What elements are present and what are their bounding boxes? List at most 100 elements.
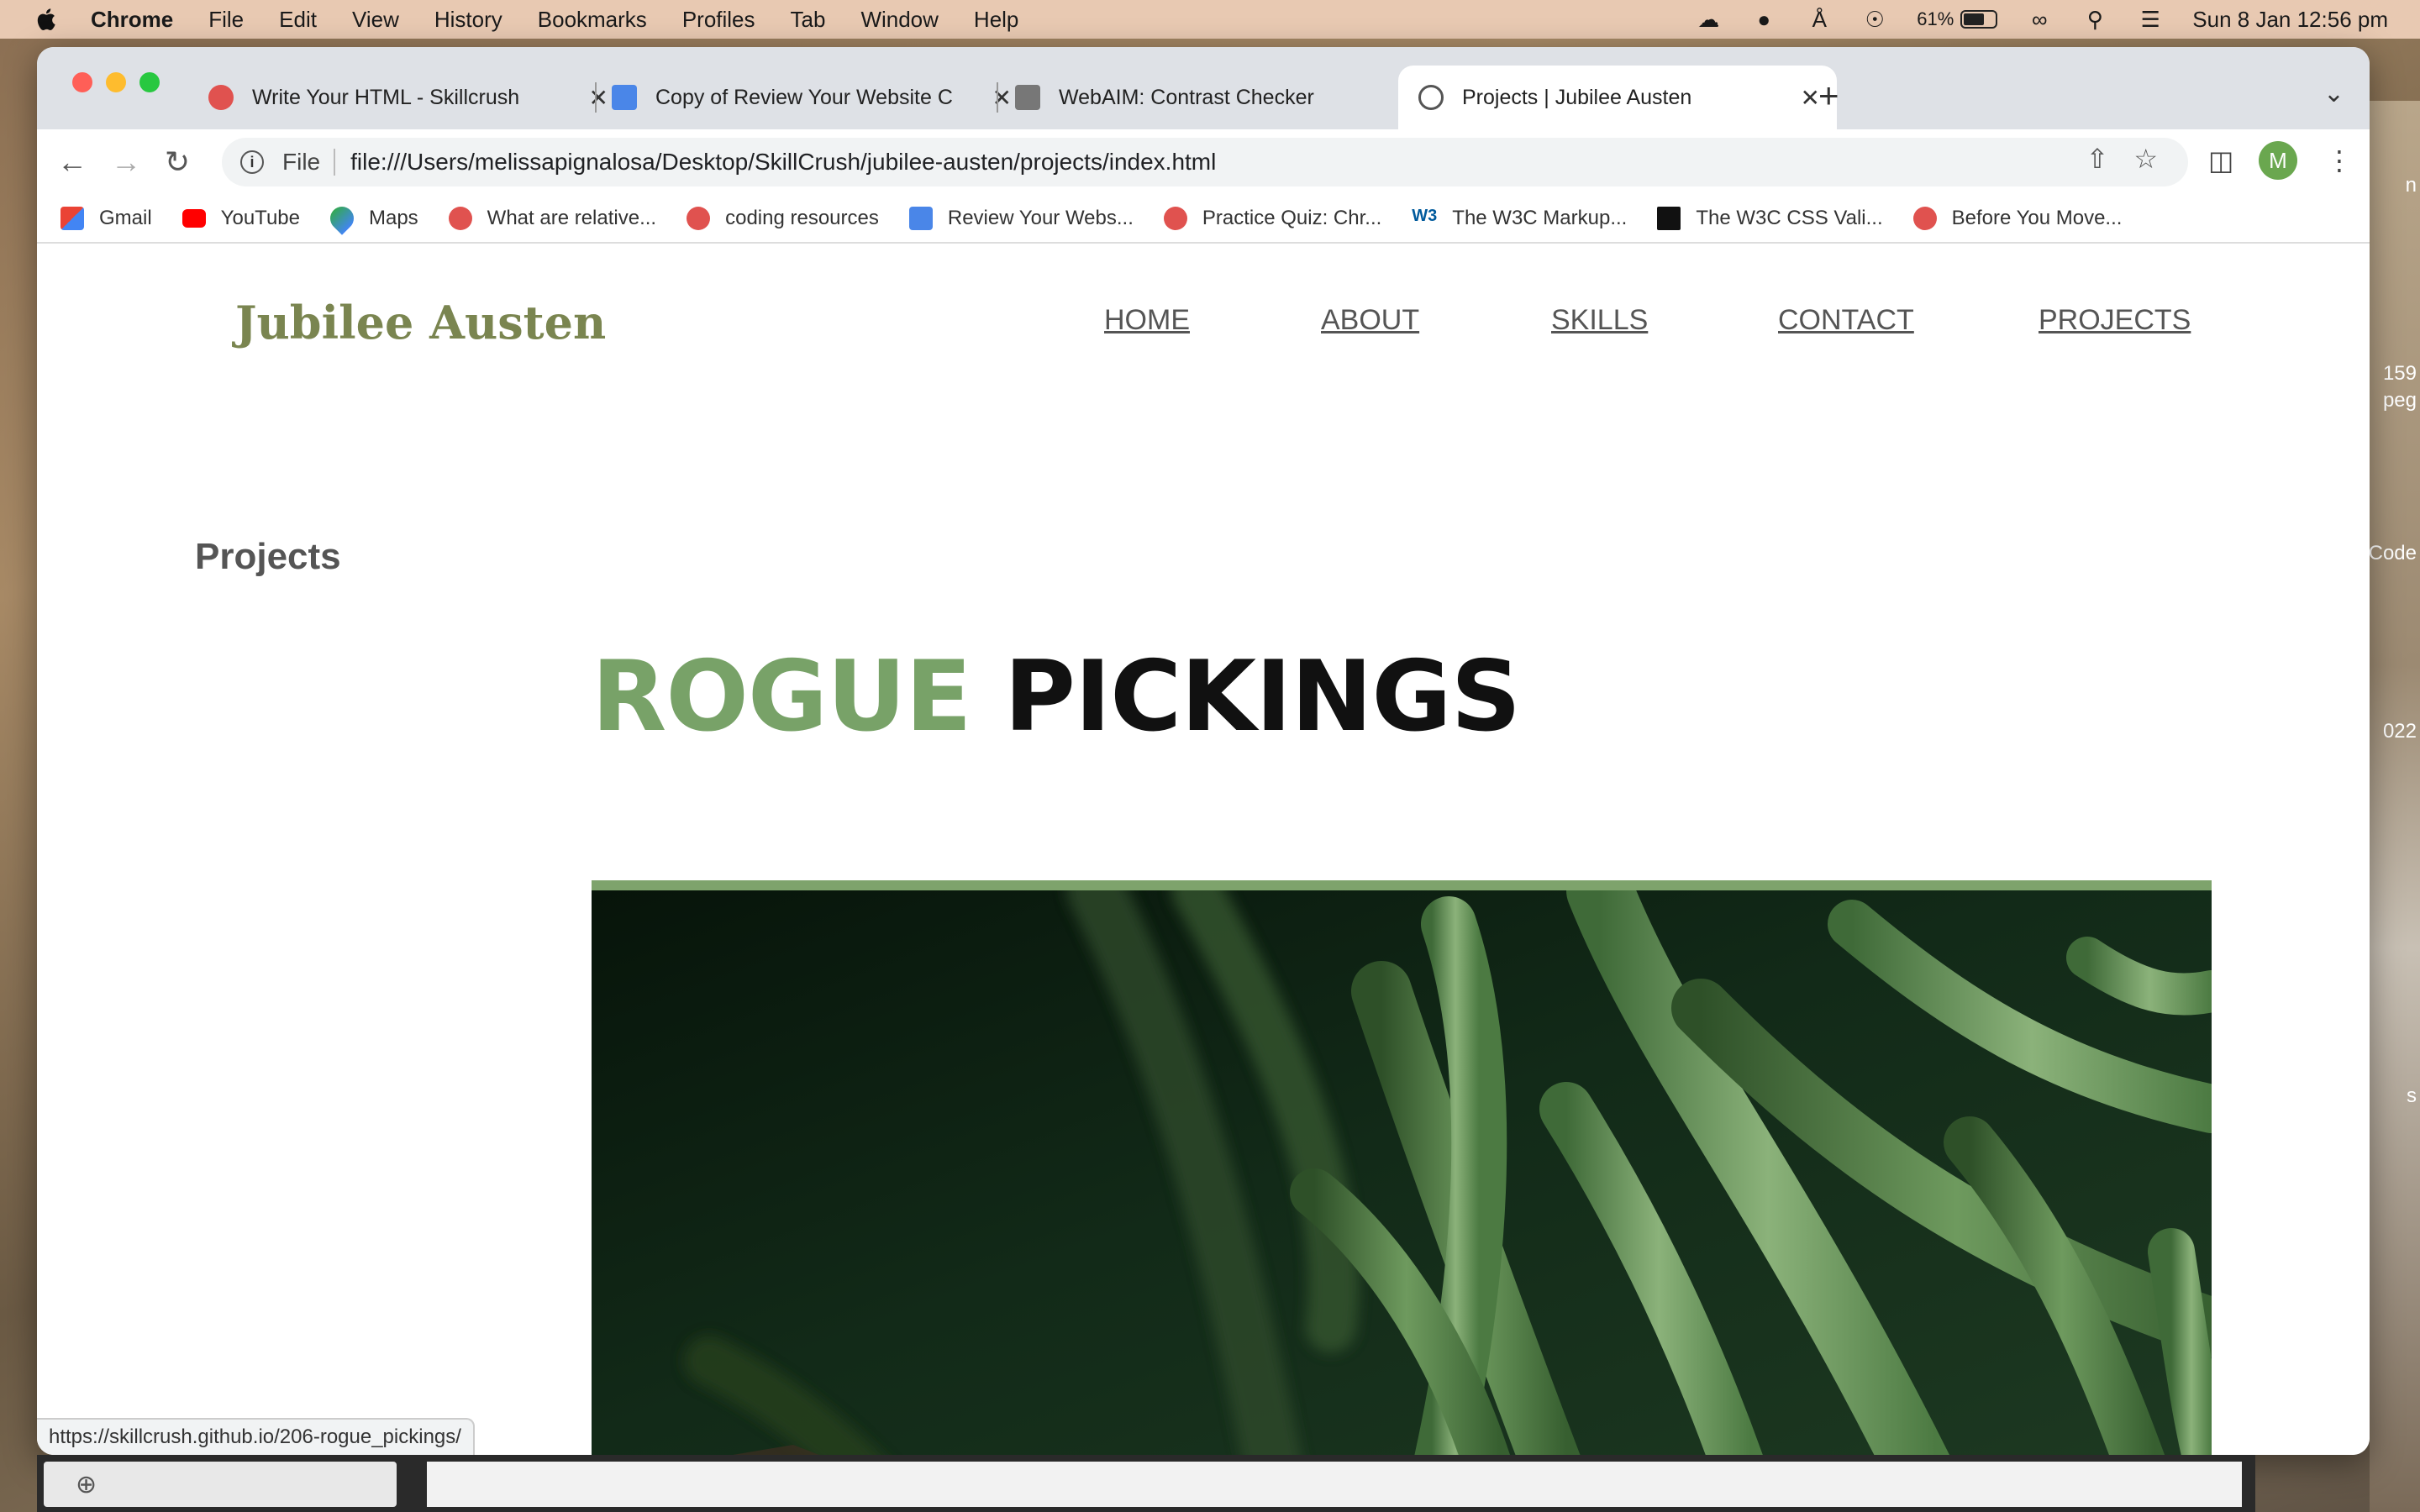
w3c-css-icon — [1657, 207, 1681, 230]
tab-label: Projects | Jubilee Austen — [1462, 85, 1692, 109]
tab-label: Copy of Review Your Website C — [655, 85, 953, 109]
bookmark-maps[interactable]: Maps — [325, 202, 418, 235]
accessibility-icon[interactable]: ☉ — [1861, 7, 1888, 32]
page-title: Projects — [195, 536, 341, 577]
menu-tab[interactable]: Tab — [791, 7, 826, 33]
site-info-icon[interactable]: i — [240, 150, 264, 174]
add-circle-icon[interactable]: ⊕ — [76, 1470, 97, 1499]
control-center-icon[interactable]: ☰ — [2137, 7, 2164, 32]
skillcrush-icon — [687, 207, 711, 230]
link-icon[interactable]: ∞ — [2026, 7, 2053, 32]
tab-label: WebAIM: Contrast Checker — [1059, 85, 1314, 109]
battery-percent: 61% — [1917, 8, 1954, 29]
close-tab-icon[interactable]: ✕ — [1801, 84, 1820, 112]
bookmark-youtube[interactable]: YouTube — [182, 207, 300, 230]
desktop-background — [2370, 101, 2420, 1512]
menubar-clock[interactable]: Sun 8 Jan 12:56 pm — [2192, 7, 2388, 33]
project-hero-image[interactable] — [592, 880, 2212, 1455]
nav-about[interactable]: ABOUT — [1321, 304, 1419, 337]
gmail-icon — [60, 207, 84, 230]
tab-strip: Write Your HTML - Skillcrush ✕ Copy of R… — [37, 47, 2370, 129]
menu-profiles[interactable]: Profiles — [682, 7, 755, 33]
menu-edit[interactable]: Edit — [279, 7, 317, 33]
bookmark-practice-quiz[interactable]: Practice Quiz: Chr... — [1163, 207, 1382, 230]
menu-window[interactable]: Window — [860, 7, 938, 33]
skillcrush-icon — [208, 85, 234, 110]
bookmarks-bar: Gmail YouTube Maps What are relative... … — [37, 195, 2370, 244]
side-panel-icon[interactable]: ◫ — [2208, 144, 2233, 176]
tab-webaim[interactable]: WebAIM: Contrast Checker ✕ — [995, 66, 1432, 129]
project-title-part1: ROGUE — [592, 640, 972, 753]
web-page: Jubilee Austen HOME ABOUT SKILLS CONTACT… — [37, 245, 2370, 1455]
battery-status[interactable]: 61% — [1917, 8, 1998, 30]
bookmark-w3c-css[interactable]: The W3C CSS Vali... — [1657, 207, 1883, 230]
bookmark-label: Review Your Webs... — [947, 207, 1134, 229]
desktop-text-fragment: s — [2407, 1084, 2417, 1107]
profile-avatar[interactable]: M — [2259, 141, 2297, 180]
menu-bookmarks[interactable]: Bookmarks — [538, 7, 647, 33]
project-title[interactable]: ROGUE PICKINGS — [592, 640, 1521, 753]
bookmark-label: Gmail — [99, 207, 152, 229]
battery-icon — [1960, 10, 1998, 29]
bookmark-gmail[interactable]: Gmail — [60, 207, 152, 230]
tab-search-chevron-icon[interactable]: ⌄ — [2323, 79, 2344, 108]
site-logo[interactable]: Jubilee Austen — [235, 296, 606, 349]
address-url[interactable]: file:///Users/melissapignalosa/Desktop/S… — [350, 149, 1216, 176]
project-title-part2: PICKINGS — [1003, 640, 1521, 753]
menu-history[interactable]: History — [434, 7, 502, 33]
youtube-icon — [182, 209, 206, 228]
nav-skills[interactable]: SKILLS — [1551, 304, 1648, 337]
desktop-text-fragment: Code — [2368, 542, 2417, 564]
zoom-window-button[interactable] — [139, 72, 160, 92]
skillcrush-icon — [448, 207, 472, 230]
chrome-window: Write Your HTML - Skillcrush ✕ Copy of R… — [37, 47, 2370, 1455]
desktop-text-fragment: peg — [2382, 389, 2417, 412]
bookmark-before-you-move[interactable]: Before You Move... — [1912, 207, 2122, 230]
menu-view[interactable]: View — [352, 7, 399, 33]
tab-review-website[interactable]: Copy of Review Your Website C ✕ — [592, 66, 1028, 129]
globe-icon — [1418, 85, 1444, 110]
bookmark-label: The W3C CSS Vali... — [1696, 207, 1883, 229]
tab-projects-active[interactable]: Projects | Jubilee Austen ✕ — [1398, 66, 1837, 129]
bookmark-label: What are relative... — [487, 207, 657, 229]
close-window-button[interactable] — [72, 72, 92, 92]
menu-help[interactable]: Help — [974, 7, 1018, 33]
new-tab-icon[interactable]: + — [1818, 78, 1839, 113]
nav-projects[interactable]: PROJECTS — [2039, 304, 2191, 337]
bookmark-w3c-markup[interactable]: W3 The W3C Markup... — [1412, 207, 1627, 230]
address-bar[interactable]: i File file:///Users/melissapignalosa/De… — [222, 138, 2188, 186]
address-scheme: File — [282, 149, 336, 176]
share-icon[interactable]: ⇧ — [2086, 143, 2109, 175]
bookmark-coding-resources[interactable]: coding resources — [687, 207, 879, 230]
webaim-icon — [1015, 85, 1040, 110]
bookmark-relative[interactable]: What are relative... — [448, 207, 657, 230]
nav-home[interactable]: HOME — [1104, 304, 1190, 337]
more-menu-icon[interactable]: ⋮ — [2326, 144, 2353, 176]
bookmark-star-icon[interactable]: ☆ — [2133, 143, 2158, 175]
back-arrow-icon[interactable]: ← — [57, 144, 87, 180]
tab-skillcrush[interactable]: Write Your HTML - Skillcrush ✕ — [188, 66, 625, 129]
bookmark-label: coding resources — [725, 207, 879, 229]
forward-arrow-icon[interactable]: → — [111, 144, 141, 180]
creative-cloud-icon[interactable]: ☁ — [1695, 7, 1722, 32]
macos-menubar: Chrome File Edit View History Bookmarks … — [0, 0, 2420, 39]
bluetooth-icon[interactable]: Å — [1806, 7, 1833, 32]
minimize-window-button[interactable] — [106, 72, 126, 92]
apple-icon[interactable] — [34, 7, 57, 32]
browser-toolbar: ← → ↻ i File file:///Users/melissapignal… — [37, 129, 2370, 195]
nav-contact[interactable]: CONTACT — [1778, 304, 1914, 337]
bookmark-label: The W3C Markup... — [1452, 207, 1628, 229]
menu-file[interactable]: File — [208, 7, 244, 33]
skillcrush-icon — [1912, 207, 1937, 230]
bookmark-review-website[interactable]: Review Your Webs... — [908, 207, 1134, 230]
desktop-text-fragment: 159 — [2382, 362, 2417, 385]
menu-app-chrome[interactable]: Chrome — [91, 7, 173, 33]
desktop-text-fragment: 022 — [2382, 720, 2417, 743]
background-window-panel — [427, 1462, 2242, 1507]
google-docs-icon — [908, 207, 933, 230]
spotlight-search-icon[interactable]: ⚲ — [2081, 7, 2108, 32]
bookmark-label: Practice Quiz: Chr... — [1202, 207, 1382, 229]
reload-icon[interactable]: ↻ — [165, 144, 190, 180]
tab-label: Write Your HTML - Skillcrush — [252, 85, 520, 109]
grammarly-icon[interactable]: ● — [1750, 7, 1777, 32]
